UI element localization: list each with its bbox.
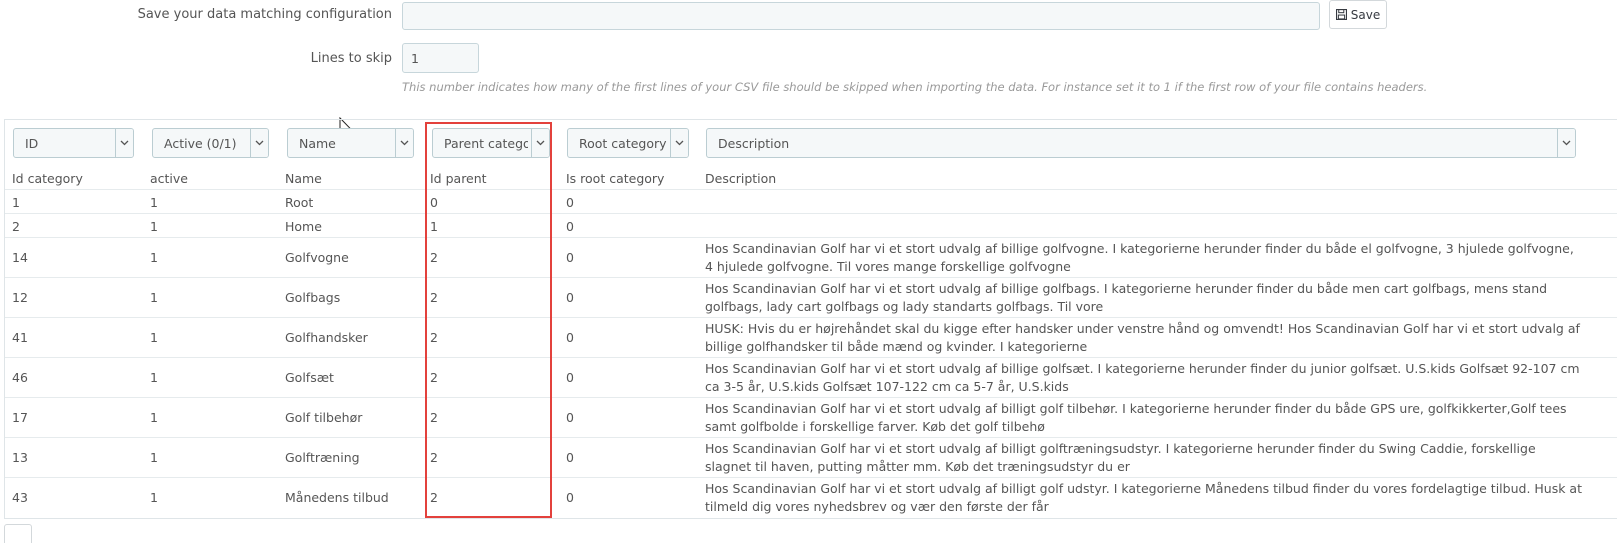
cell-id: 1 — [12, 195, 20, 210]
column-select-2[interactable]: Active (0/1) — [152, 128, 269, 158]
table-row: 12 1 Golfbags 2 0 Hos Scandinavian Golf … — [5, 277, 1617, 317]
column-select-value: Name — [299, 136, 336, 151]
cell-description: Hos Scandinavian Golf har vi et stort ud… — [705, 481, 1582, 514]
cell-id: 43 — [12, 490, 28, 505]
cell-id: 46 — [12, 370, 28, 385]
chevron-down-icon — [531, 129, 549, 157]
cell-parent: 0 — [430, 195, 438, 210]
column-header: Is root category — [566, 171, 665, 186]
column-header: Id parent — [430, 171, 487, 186]
cell-active: 1 — [150, 370, 158, 385]
column-select-value: Description — [718, 136, 790, 151]
cell-name: Golfsæt — [285, 370, 334, 385]
cell-root: 0 — [566, 219, 574, 234]
cell-root: 0 — [566, 370, 574, 385]
table-row: 13 1 Golftræning 2 0 Hos Scandinavian Go… — [5, 437, 1617, 477]
cell-parent: 2 — [430, 450, 438, 465]
column-header: Description — [705, 171, 777, 186]
cell-root: 0 — [566, 410, 574, 425]
cell-parent: 2 — [430, 490, 438, 505]
cell-name: Golfhandsker — [285, 330, 368, 345]
cell-parent: 1 — [430, 219, 438, 234]
lines-to-skip-label: Lines to skip — [310, 51, 392, 66]
cell-description: HUSK: Hvis du er højrehåndet skal du kig… — [705, 321, 1580, 354]
chevron-down-icon — [670, 129, 688, 157]
cell-name: Golfbags — [285, 290, 341, 305]
cell-active: 1 — [150, 450, 158, 465]
lines-to-skip-input[interactable] — [402, 43, 479, 73]
cell-parent: 2 — [430, 370, 438, 385]
cell-parent: 2 — [430, 330, 438, 345]
cell-id: 2 — [12, 219, 20, 234]
column-select-value: Parent category — [444, 136, 528, 151]
table-row: 2 1 Home 1 0 — [5, 213, 1617, 237]
cell-description: Hos Scandinavian Golf har vi et stort ud… — [705, 241, 1574, 274]
cell-description: Hos Scandinavian Golf har vi et stort ud… — [705, 401, 1567, 434]
cell-active: 1 — [150, 290, 158, 305]
cell-active: 1 — [150, 195, 158, 210]
cell-name: Golfvogne — [285, 250, 349, 265]
config-label: Save your data matching configuration — [137, 7, 392, 22]
cell-root: 0 — [566, 290, 574, 305]
column-select-1[interactable]: ID — [13, 128, 134, 158]
column-select-5[interactable]: Root category (0/1) — [567, 128, 689, 158]
cell-name: Golf tilbehør — [285, 410, 363, 425]
chevron-down-icon — [395, 129, 413, 157]
table-row: 1 1 Root 0 0 — [5, 189, 1617, 213]
cell-description: Hos Scandinavian Golf har vi et stort ud… — [705, 361, 1580, 394]
column-select-value: ID — [25, 136, 39, 151]
column-header: active — [150, 171, 188, 186]
column-header: Id category — [12, 171, 83, 186]
table-row: 43 1 Månedens tilbud 2 0 Hos Scandinavia… — [5, 477, 1617, 517]
cell-name: Root — [285, 195, 314, 210]
cell-parent: 2 — [430, 250, 438, 265]
column-select-3[interactable]: Name — [287, 128, 414, 158]
chevron-down-icon — [1557, 129, 1575, 157]
cell-parent: 2 — [430, 410, 438, 425]
cell-name: Home — [285, 219, 322, 234]
lines-to-skip-help: This number indicates how many of the fi… — [402, 80, 1428, 94]
chevron-down-icon — [250, 129, 268, 157]
cell-id: 13 — [12, 450, 28, 465]
column-select-value: Active (0/1) — [164, 136, 237, 151]
cell-root: 0 — [566, 490, 574, 505]
cell-root: 0 — [566, 195, 574, 210]
cell-parent: 2 — [430, 290, 438, 305]
floppy-disk-icon — [1335, 9, 1347, 20]
cell-id: 17 — [12, 410, 28, 425]
cell-root: 0 — [566, 250, 574, 265]
chevron-down-icon — [115, 129, 133, 157]
cell-root: 0 — [566, 330, 574, 345]
cell-root: 0 — [566, 450, 574, 465]
table-row: 17 1 Golf tilbehør 2 0 Hos Scandinavian … — [5, 397, 1617, 437]
save-config-button[interactable]: Save — [1329, 0, 1387, 29]
cell-id: 41 — [12, 330, 28, 345]
config-name-input[interactable] — [402, 2, 1320, 30]
cell-name: Månedens tilbud — [285, 490, 389, 505]
column-header: Name — [285, 171, 322, 186]
cell-active: 1 — [150, 410, 158, 425]
cell-active: 1 — [150, 250, 158, 265]
cell-id: 14 — [12, 250, 28, 265]
cell-description: Hos Scandinavian Golf har vi et stort ud… — [705, 281, 1548, 314]
cell-active: 1 — [150, 330, 158, 345]
column-select-6[interactable]: Description — [706, 128, 1576, 158]
cell-active: 1 — [150, 490, 158, 505]
cell-name: Golftræning — [285, 450, 360, 465]
column-select-value: Root category (0/1) — [579, 136, 669, 151]
table-row: 46 1 Golfsæt 2 0 Hos Scandinavian Golf h… — [5, 357, 1617, 397]
save-button-label: Save — [1350, 7, 1381, 22]
pagination-button[interactable] — [4, 524, 32, 543]
column-select-4[interactable]: Parent category — [432, 128, 550, 158]
table-row: 41 1 Golfhandsker 2 0 HUSK: Hvis du er h… — [5, 317, 1617, 357]
table-row: 14 1 Golfvogne 2 0 Hos Scandinavian Golf… — [5, 237, 1617, 277]
cell-description: Hos Scandinavian Golf har vi et stort ud… — [705, 441, 1536, 474]
cell-active: 1 — [150, 219, 158, 234]
cell-id: 12 — [12, 290, 28, 305]
